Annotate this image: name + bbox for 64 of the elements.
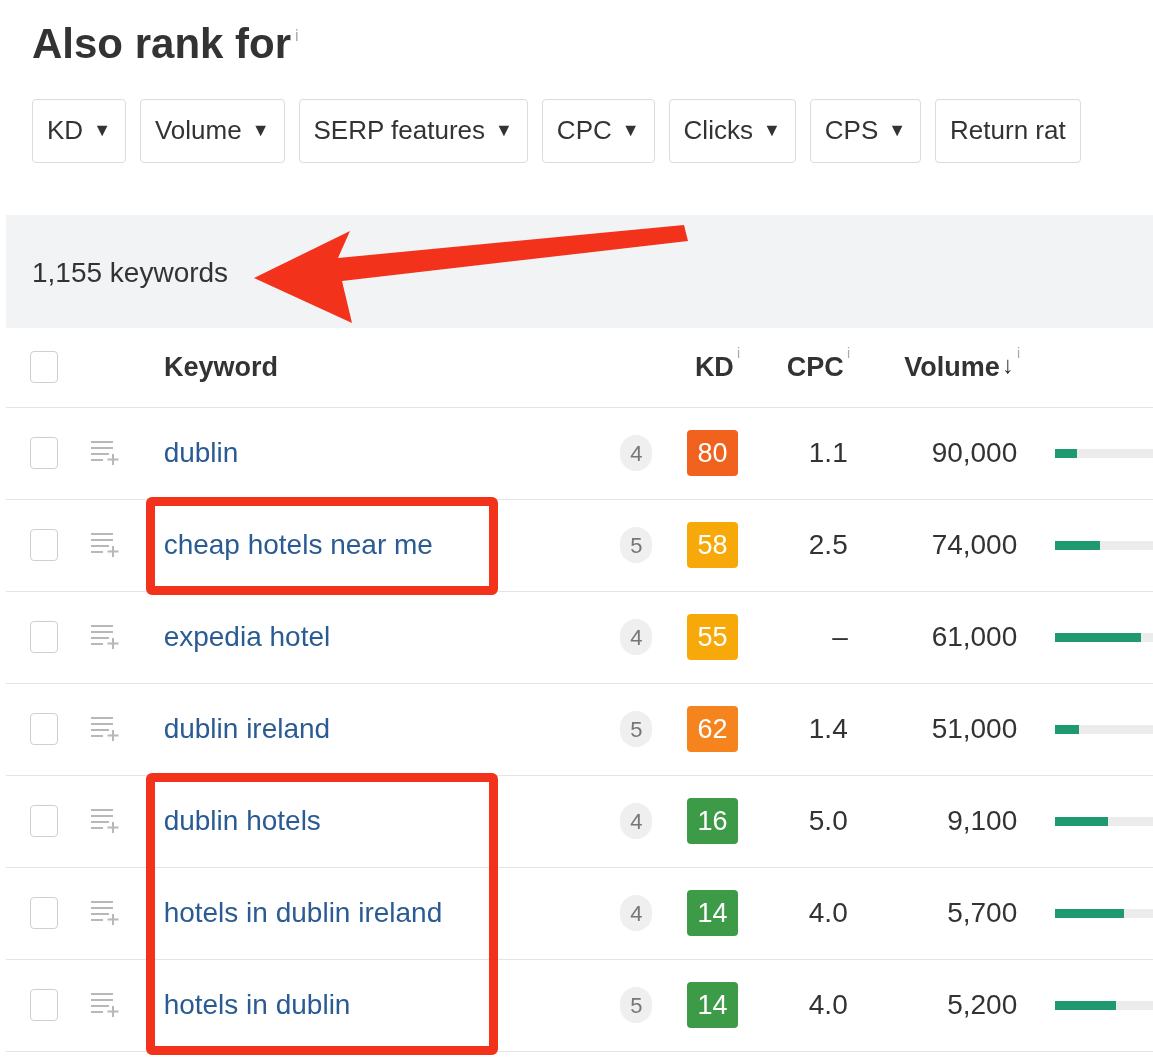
position-badge: 4 bbox=[620, 803, 653, 839]
filter-dropdown[interactable]: KD ▼ bbox=[32, 98, 126, 163]
volume-value: 74,000 bbox=[931, 528, 1018, 562]
position-badge: 4 bbox=[620, 435, 653, 471]
column-header[interactable]: KD bbox=[694, 346, 734, 388]
checkbox[interactable] bbox=[30, 989, 58, 1021]
checkbox[interactable] bbox=[30, 529, 58, 561]
section-title: Also rank for bbox=[32, 19, 292, 69]
filter-dropdown[interactable]: CPS ▼ bbox=[809, 98, 922, 163]
add-to-list-icon[interactable] bbox=[89, 716, 120, 742]
position-badge: 5 bbox=[620, 527, 653, 563]
cpc-value: 2.5 bbox=[808, 528, 848, 562]
checkbox[interactable] bbox=[30, 805, 58, 837]
keyword-link[interactable]: hotels in dublin ireland bbox=[163, 892, 443, 934]
checkbox[interactable] bbox=[30, 437, 58, 469]
volume-value: 90,000 bbox=[931, 436, 1018, 470]
keyword-link[interactable]: expedia hotel bbox=[163, 616, 331, 658]
keyword-link[interactable]: dublin bbox=[163, 432, 239, 474]
add-to-list-icon[interactable] bbox=[89, 440, 120, 466]
cpc-value: – bbox=[832, 620, 848, 654]
column-header[interactable]: Keyword bbox=[164, 346, 279, 388]
keyword-link[interactable]: cheap hotels near me bbox=[163, 524, 433, 566]
difficulty-badge: 14 bbox=[687, 982, 739, 1028]
volume-value: 51,000 bbox=[931, 712, 1018, 746]
filter-dropdown[interactable]: Clicks ▼ bbox=[668, 98, 796, 163]
add-to-list-icon[interactable] bbox=[89, 532, 120, 558]
volume-value: 61,000 bbox=[931, 620, 1018, 654]
difficulty-badge: 58 bbox=[687, 522, 739, 568]
volume-value: 5,200 bbox=[947, 988, 1018, 1022]
difficulty-badge: 62 bbox=[687, 706, 739, 752]
cpc-value: 4.0 bbox=[808, 988, 848, 1022]
difficulty-badge: 55 bbox=[687, 614, 739, 660]
difficulty-badge: 16 bbox=[687, 798, 739, 844]
sort-icon[interactable]: ↓ bbox=[1001, 346, 1014, 383]
keyword-link[interactable]: dublin hotels bbox=[163, 800, 321, 842]
column-header[interactable]: CPC bbox=[786, 346, 844, 388]
checkbox[interactable] bbox=[30, 897, 58, 929]
position-badge: 5 bbox=[620, 987, 653, 1023]
filter-dropdown[interactable]: CPC ▼ bbox=[541, 98, 655, 163]
cpc-value: 5.0 bbox=[808, 804, 848, 838]
cpc-value: 4.0 bbox=[808, 896, 848, 930]
filter-dropdown[interactable]: Volume ▼ bbox=[139, 98, 285, 163]
keyword-count: 1,155 keywords bbox=[32, 255, 229, 290]
cpc-value: 1.1 bbox=[808, 436, 848, 470]
keyword-link[interactable]: hotels in dublin bbox=[163, 984, 351, 1026]
cpc-value: 1.4 bbox=[808, 712, 848, 746]
difficulty-badge: 80 bbox=[687, 430, 739, 476]
add-to-list-icon[interactable] bbox=[89, 900, 120, 926]
filter-dropdown[interactable]: SERP features ▼ bbox=[298, 98, 528, 163]
add-to-list-icon[interactable] bbox=[89, 808, 120, 834]
difficulty-badge: 14 bbox=[687, 890, 739, 936]
add-to-list-icon[interactable] bbox=[89, 992, 120, 1018]
filter-dropdown[interactable]: Return rat bbox=[935, 98, 1081, 163]
position-badge: 4 bbox=[620, 619, 653, 655]
position-badge: 4 bbox=[620, 895, 653, 931]
keyword-link[interactable]: dublin ireland bbox=[163, 708, 331, 750]
volume-value: 5,700 bbox=[947, 896, 1018, 930]
checkbox[interactable] bbox=[30, 351, 58, 383]
column-header[interactable]: Volume bbox=[904, 346, 1000, 388]
position-badge: 5 bbox=[620, 711, 653, 747]
checkbox[interactable] bbox=[30, 713, 58, 745]
add-to-list-icon[interactable] bbox=[89, 624, 120, 650]
volume-value: 9,100 bbox=[947, 804, 1018, 838]
checkbox[interactable] bbox=[30, 621, 58, 653]
